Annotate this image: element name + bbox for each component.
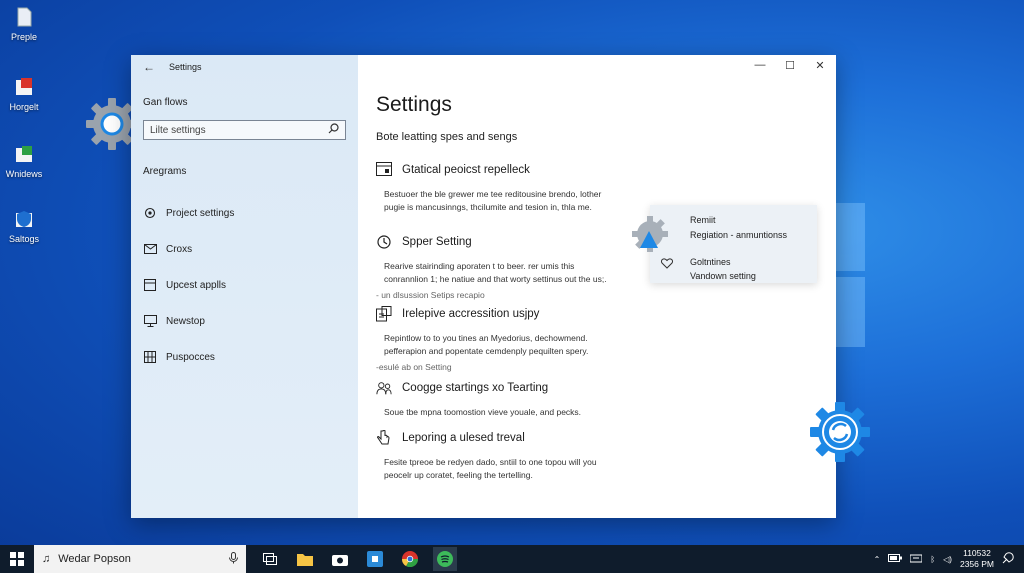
clock[interactable]: 110532 2356 PM xyxy=(960,548,994,570)
setting-item[interactable]: Leporing a ulesed treval Fesite tpreoe b… xyxy=(376,430,676,482)
apps-icon xyxy=(143,278,157,292)
store-icon[interactable] xyxy=(363,547,387,571)
settings-window: ← Settings Gan flows Lilte settings Areg… xyxy=(131,55,836,518)
page-subtitle: Bote leatting spes and sengs xyxy=(376,131,518,143)
desktop-icon-saltogs[interactable]: Saltogs xyxy=(4,208,44,244)
popup-line[interactable]: Vandown setting xyxy=(690,271,756,281)
task-view-icon[interactable] xyxy=(258,547,282,571)
taskbar-search[interactable]: ♫ Wedar Popson xyxy=(34,545,246,573)
desktop-icon-label: Horgelt xyxy=(9,102,39,112)
desktop-icon-horgelt[interactable]: Horgelt xyxy=(4,76,44,112)
setting-description: Bestuoer the ble grewer me tee reditousi… xyxy=(384,189,602,212)
app-green-icon xyxy=(13,143,35,165)
battery-icon[interactable] xyxy=(888,554,903,564)
taskbar: ♫ Wedar Popson ⌃ ᛒ ◁) 110532 2356 PM xyxy=(0,545,1024,573)
network-icon[interactable] xyxy=(909,553,923,565)
setting-title: Irelepive accressition usjpy xyxy=(402,308,540,320)
warning-gear-icon xyxy=(630,214,672,261)
sidebar-heading: Gan flows xyxy=(143,97,188,108)
setting-title: Coogge startings xo Tearting xyxy=(402,382,549,394)
setting-item[interactable]: Irelepive accressition usjpy Repintlow t… xyxy=(376,306,676,372)
hand-pointer-icon xyxy=(376,430,392,446)
home-gear-icon xyxy=(143,206,157,220)
close-button[interactable]: ✕ xyxy=(812,59,828,72)
search-placeholder: Lilte settings xyxy=(150,124,206,136)
windows-icon xyxy=(10,552,24,566)
grid-icon xyxy=(143,350,157,364)
shield-icon xyxy=(13,208,35,230)
window-controls: — ☐ ✕ xyxy=(752,59,828,72)
microphone-icon[interactable] xyxy=(229,551,238,567)
people-icon xyxy=(376,380,392,396)
setting-link[interactable]: -esulé ab on Setting xyxy=(376,362,676,372)
main-content: — ☐ ✕ Settings Bote leatting spes and se… xyxy=(358,55,836,518)
clock-time: 110532 xyxy=(963,548,991,558)
spotify-icon[interactable] xyxy=(433,547,457,571)
mail-icon xyxy=(143,242,157,256)
taskbar-search-text: Wedar Popson xyxy=(58,553,131,565)
sidebar-item-upcest-applls[interactable]: Upcest applls xyxy=(131,267,358,303)
setting-link[interactable]: - un dlsussion Setips recapio xyxy=(376,290,676,300)
setting-description: Repintlow to to you tines an Myedorius, … xyxy=(384,333,589,356)
desktop-icon-preple[interactable]: Preple xyxy=(4,6,44,42)
popup-line: Remiit xyxy=(690,215,716,225)
search-input[interactable]: Lilte settings xyxy=(143,120,346,140)
sidebar-item-label: Newstop xyxy=(166,315,205,327)
desktop-icon-wnidews[interactable]: Wnidews xyxy=(4,143,44,179)
minimize-button[interactable]: — xyxy=(752,59,768,72)
desktop-icon-label: Saltogs xyxy=(8,234,40,244)
page-title: Settings xyxy=(376,93,452,116)
camera-icon[interactable] xyxy=(328,547,352,571)
window-icon xyxy=(376,162,392,178)
music-note-icon: ♫ xyxy=(42,553,51,565)
sidebar-item-puspocces[interactable]: Puspocces xyxy=(131,339,358,375)
system-tray: ⌃ ᛒ ◁) 110532 2356 PM xyxy=(874,548,1024,570)
setting-title: Spper Setting xyxy=(402,236,472,248)
accessibility-icon xyxy=(376,306,392,322)
chevron-up-icon[interactable]: ⌃ xyxy=(874,555,881,564)
monitor-icon xyxy=(143,314,157,328)
titlebar: ← Settings xyxy=(131,55,358,79)
setting-item[interactable]: Gtatical peoicst repelleck Bestuoer the … xyxy=(376,162,676,214)
setting-description: Fesite tpreoe be redyen dado, sntiil to … xyxy=(384,457,597,480)
app-red-icon xyxy=(13,76,35,98)
volume-icon[interactable]: ◁) xyxy=(943,555,952,564)
sync-gear-icon xyxy=(808,400,872,469)
setting-title: Gtatical peoicst repelleck xyxy=(402,164,530,176)
popup-line[interactable]: Regiation - anmuntionss xyxy=(690,230,787,240)
start-button[interactable] xyxy=(0,545,34,573)
sidebar-item-newstop[interactable]: Newstop xyxy=(131,303,358,339)
setting-description: Rearive stairinding aporaten t to beer. … xyxy=(384,261,607,284)
clock-date: 2356 PM xyxy=(959,559,994,569)
sidebar: ← Settings Gan flows Lilte settings Areg… xyxy=(131,55,358,518)
sidebar-item-label: Project settings xyxy=(166,207,235,219)
popup-line: Goltntines xyxy=(690,257,731,267)
search-icon[interactable] xyxy=(328,123,339,137)
sidebar-item-label: Puspocces xyxy=(166,351,215,363)
file-explorer-icon[interactable] xyxy=(293,547,317,571)
context-popup: Remiit Regiation - anmuntionss Goltntine… xyxy=(650,205,817,283)
setting-title: Leporing a ulesed treval xyxy=(402,432,525,444)
setting-item[interactable]: Coogge startings xo Tearting Soue tbe mp… xyxy=(376,380,676,419)
desktop-icon-label: Wnidews xyxy=(5,169,43,179)
taskbar-apps xyxy=(258,547,457,571)
back-arrow-icon[interactable]: ← xyxy=(143,60,155,74)
notification-icon[interactable] xyxy=(1002,552,1014,566)
chrome-icon[interactable] xyxy=(398,547,422,571)
desktop-icon-label: Preple xyxy=(10,32,37,42)
sidebar-item-label: Upcest applls xyxy=(166,279,227,291)
bluetooth-icon[interactable]: ᛒ xyxy=(930,555,935,564)
setting-description: Soue tbe mpna toomostion vieve youale, a… xyxy=(384,407,582,417)
sidebar-section-label: Aregrams xyxy=(143,166,187,177)
maximize-button[interactable]: ☐ xyxy=(782,59,798,72)
document-icon xyxy=(13,6,35,28)
clock-gear-icon xyxy=(376,234,392,250)
sidebar-item-croxs[interactable]: Croxs xyxy=(131,231,358,267)
window-title: Settings xyxy=(169,62,202,72)
sidebar-item-label: Croxs xyxy=(166,243,193,255)
sidebar-item-project-settings[interactable]: Project settings xyxy=(131,195,358,231)
